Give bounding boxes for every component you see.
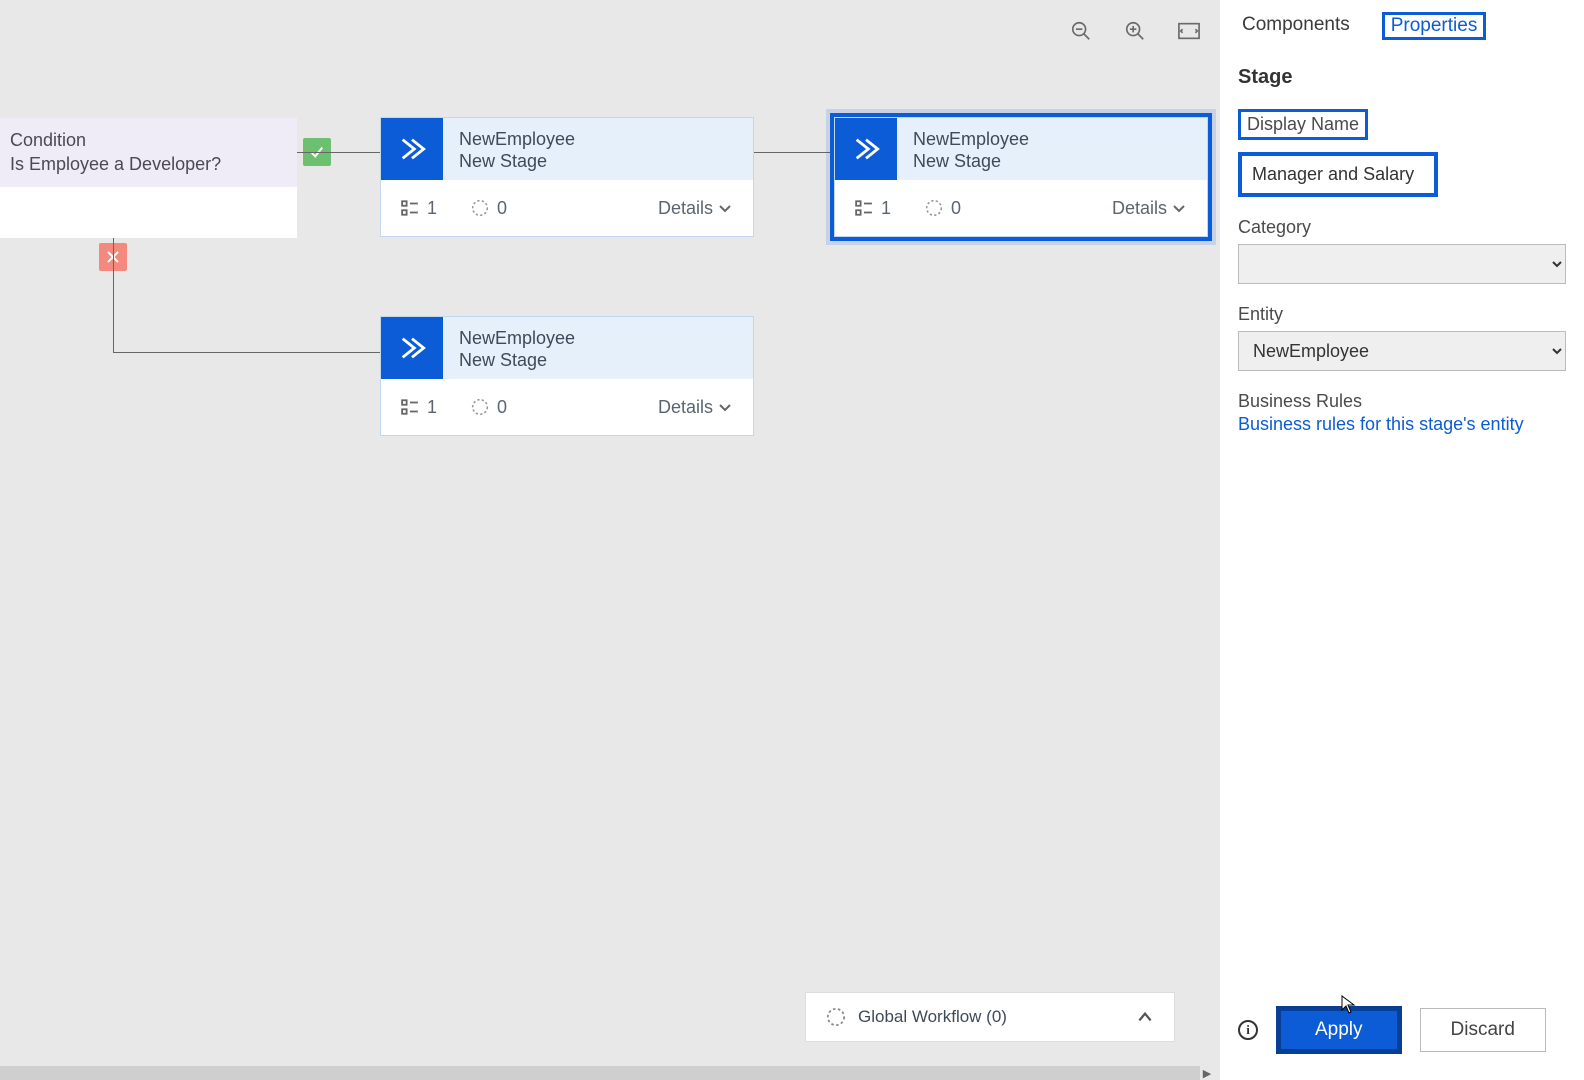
stage-card-3[interactable]: NewEmployee New Stage 1 0 Details [380,316,754,436]
cursor-icon [1341,995,1357,1015]
triggers-count: 0 [951,198,961,219]
workflow-icon [826,1007,846,1027]
condition-card[interactable]: Condition Is Employee a Developer? [0,118,297,238]
steps-icon [855,199,873,217]
scrollbar-right-arrow-icon[interactable]: ▶ [1200,1066,1214,1080]
triggers-icon [471,398,489,416]
global-workflow-label: Global Workflow (0) [858,1007,1007,1027]
panel-section-title: Stage [1238,66,1566,89]
details-label: Details [658,397,713,418]
triggers-count: 0 [497,397,507,418]
triggers-count: 0 [497,198,507,219]
horizontal-scrollbar[interactable] [0,1066,1200,1080]
zoom-out-icon[interactable] [1070,20,1092,42]
discard-button[interactable]: Discard [1420,1008,1546,1052]
condition-type-label: Condition [10,128,283,152]
condition-header: Condition Is Employee a Developer? [0,118,297,187]
triggers-icon [925,199,943,217]
stage-entity: NewEmployee [459,327,737,350]
details-label: Details [658,198,713,219]
tab-properties[interactable]: Properties [1382,12,1487,40]
details-toggle[interactable]: Details [1112,198,1187,219]
panel-tabs: Components Properties [1238,12,1566,40]
zoom-in-icon[interactable] [1124,20,1146,42]
triggers-icon [471,199,489,217]
steps-count: 1 [427,198,437,219]
properties-panel: Components Properties Stage Display Name… [1220,0,1584,1080]
chevron-down-icon [1171,200,1187,216]
connector-line [113,352,380,353]
entity-select[interactable]: NewEmployee [1238,331,1566,371]
stage-stats: 1 0 [855,198,961,219]
canvas-toolbar [1070,20,1200,42]
stage-header: NewEmployee New Stage [381,118,753,180]
stage-name: New Stage [913,150,1191,173]
chevron-down-icon [717,200,733,216]
designer-canvas[interactable]: Condition Is Employee a Developer? NewEm… [0,0,1220,1080]
tab-components[interactable]: Components [1238,12,1354,40]
stage-card-1[interactable]: NewEmployee New Stage 1 0 Details [380,117,754,237]
condition-expression: Is Employee a Developer? [10,152,283,176]
connector-line [297,152,380,153]
apply-button-label: Apply [1315,1019,1363,1040]
stage-entity: NewEmployee [913,128,1191,151]
stage-stats: 1 0 [401,397,507,418]
stage-icon [381,317,443,379]
chevron-up-icon[interactable] [1136,1008,1154,1026]
category-select[interactable] [1238,244,1566,284]
discard-button-label: Discard [1451,1019,1515,1040]
stage-icon [381,118,443,180]
business-rules-link[interactable]: Business rules for this stage's entity [1238,414,1566,435]
panel-footer: i Apply Discard [1238,1006,1566,1080]
stage-header: NewEmployee New Stage [381,317,753,379]
display-name-label: Display Name [1238,109,1368,140]
apply-button[interactable]: Apply [1276,1006,1402,1054]
stage-header: NewEmployee New Stage [835,118,1207,180]
stage-stats: 1 0 [401,198,507,219]
stage-name: New Stage [459,349,737,372]
connector-line [754,152,834,153]
stage-name: New Stage [459,150,737,173]
category-label: Category [1238,217,1311,238]
global-workflow-bar[interactable]: Global Workflow (0) [805,992,1175,1042]
business-rules-label: Business Rules [1238,391,1362,412]
entity-label: Entity [1238,304,1283,325]
details-toggle[interactable]: Details [658,198,733,219]
display-name-input[interactable] [1238,152,1438,197]
steps-icon [401,199,419,217]
steps-count: 1 [881,198,891,219]
details-toggle[interactable]: Details [658,397,733,418]
stage-entity: NewEmployee [459,128,737,151]
steps-count: 1 [427,397,437,418]
steps-icon [401,398,419,416]
info-icon[interactable]: i [1238,1020,1258,1040]
stage-icon [835,118,897,180]
connector-line [113,238,114,353]
details-label: Details [1112,198,1167,219]
stage-card-2-selected[interactable]: NewEmployee New Stage 1 0 Details [834,117,1208,237]
fit-to-screen-icon[interactable] [1178,20,1200,42]
chevron-down-icon [717,399,733,415]
